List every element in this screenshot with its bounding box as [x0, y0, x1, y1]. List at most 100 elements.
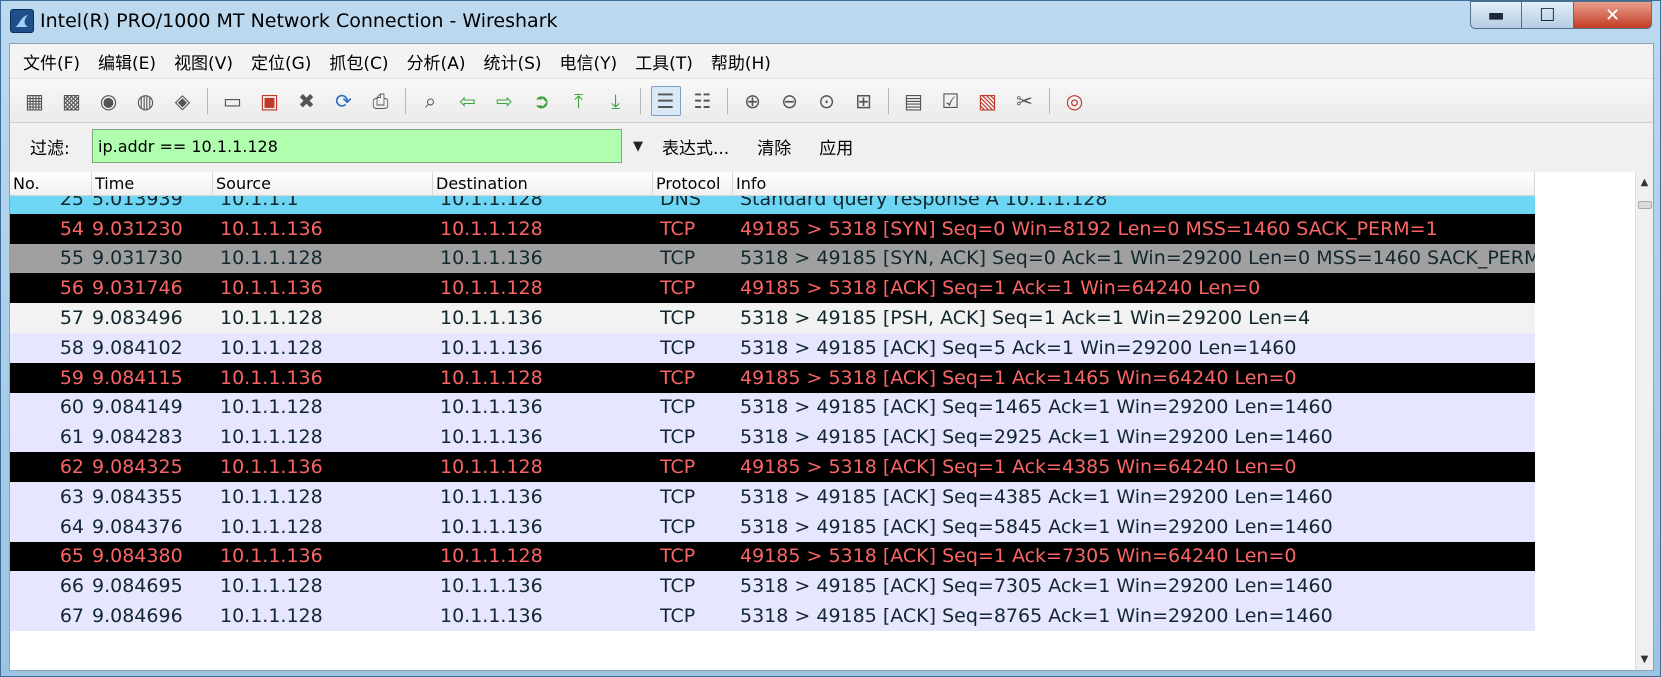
packet-time: 9.084696: [92, 605, 183, 628]
packet-no: 59: [59, 366, 84, 389]
menu-capture[interactable]: 抓包(C): [320, 49, 397, 74]
packet-protocol: TCP: [660, 247, 696, 270]
packet-row[interactable]: 56 9.031746 10.1.1.136 10.1.1.128 TCP 49185 >…: [10, 273, 1535, 304]
list-interfaces-icon[interactable]: ▦: [20, 86, 50, 116]
packet-time: 9.031230: [92, 217, 183, 240]
menu-analyze[interactable]: 分析(A): [398, 49, 475, 74]
menu-telephony[interactable]: 电信(Y): [551, 49, 627, 74]
toolbar-separator: [207, 87, 208, 114]
toolbar-separator: [727, 87, 728, 114]
packet-list-pane[interactable]: No. Time Source Destination Protocol Inf…: [10, 172, 1653, 670]
packet-source: 10.1.1.136: [220, 366, 323, 389]
column-header-destination[interactable]: Destination: [433, 172, 653, 195]
menu-help[interactable]: 帮助(H): [702, 49, 780, 74]
packet-row[interactable]: 25 5.013939 10.1.1.1 10.1.1.128 DNS Standard …: [10, 196, 1535, 214]
open-folder-icon[interactable]: ▭: [218, 86, 248, 116]
display-filters-icon[interactable]: ☑: [936, 86, 966, 116]
packet-row[interactable]: 55 9.031730 10.1.1.128 10.1.1.136 TCP 5318 > …: [10, 243, 1535, 274]
apply-filter-button[interactable]: 应用: [811, 134, 873, 159]
menu-file[interactable]: 文件(F): [14, 49, 89, 74]
display-filter-input[interactable]: [92, 129, 622, 163]
zoom-out-icon[interactable]: ⊖: [775, 86, 805, 116]
zoom-in-icon[interactable]: ⊕: [738, 86, 768, 116]
title-bar[interactable]: Intel(R) PRO/1000 MT Network Connection …: [1, 1, 1660, 41]
packet-row[interactable]: 57 9.083496 10.1.1.128 10.1.1.136 TCP 5318 > …: [10, 303, 1535, 333]
packet-source: 10.1.1.128: [220, 575, 323, 598]
close-file-icon[interactable]: ✖: [292, 86, 322, 116]
packet-info: 5318 > 49185 [ACK] Seq=7305 Ack=1 Win=29…: [740, 575, 1333, 598]
filter-history-dropdown[interactable]: ▼: [622, 139, 654, 154]
capture-options-icon[interactable]: ▩: [57, 86, 87, 116]
stop-capture-icon[interactable]: ◍: [131, 86, 161, 116]
packet-row[interactable]: 65 9.084380 10.1.1.136 10.1.1.128 TCP 49185 >…: [10, 541, 1535, 572]
reload-icon[interactable]: ⟳: [329, 86, 359, 116]
column-header-info[interactable]: Info: [733, 172, 1535, 195]
preferences-icon[interactable]: ✂: [1010, 86, 1040, 116]
menu-go[interactable]: 定位(G): [242, 49, 320, 74]
packet-info: 5318 > 49185 [PSH, ACK] Seq=1 Ack=1 Win=…: [740, 307, 1311, 330]
column-header-no[interactable]: No.: [10, 172, 92, 195]
capture-filters-icon[interactable]: ▤: [899, 86, 929, 116]
packet-row[interactable]: 66 9.084695 10.1.1.128 10.1.1.136 TCP 5318 > …: [10, 571, 1535, 602]
scroll-down-arrow-icon[interactable]: ▼: [1636, 651, 1653, 668]
packet-source: 10.1.1.136: [220, 217, 323, 240]
packet-info: 5318 > 49185 [ACK] Seq=5845 Ack=1 Win=29…: [740, 515, 1333, 538]
packet-time: 9.084355: [92, 485, 183, 508]
scrollbar-thumb[interactable]: [1638, 201, 1652, 209]
packet-row[interactable]: 58 9.084102 10.1.1.128 10.1.1.136 TCP 5318 > …: [10, 332, 1535, 363]
packet-destination: 10.1.1.128: [440, 366, 543, 389]
go-back-icon[interactable]: ⇦: [453, 86, 483, 116]
packet-row[interactable]: 60 9.084149 10.1.1.128 10.1.1.136 TCP 5318 > …: [10, 392, 1535, 423]
menu-edit[interactable]: 编辑(E): [89, 49, 165, 74]
find-packet-icon[interactable]: ⌕: [416, 86, 446, 116]
packet-row[interactable]: 64 9.084376 10.1.1.128 10.1.1.136 TCP 5318 > …: [10, 511, 1535, 542]
packet-info: 5318 > 49185 [SYN, ACK] Seq=0 Ack=1 Win=…: [740, 247, 1535, 270]
packet-no: 60: [59, 396, 84, 419]
packet-row[interactable]: 61 9.084283 10.1.1.128 10.1.1.136 TCP 5318 > …: [10, 422, 1535, 453]
first-packet-icon[interactable]: ⤒: [564, 86, 594, 116]
maximize-button[interactable]: ☐: [1522, 1, 1574, 29]
packet-source: 10.1.1.128: [220, 307, 323, 330]
column-header-source[interactable]: Source: [213, 172, 433, 195]
save-icon[interactable]: ▣: [255, 86, 285, 116]
scroll-up-arrow-icon[interactable]: ▲: [1636, 174, 1653, 191]
menu-statistics[interactable]: 统计(S): [474, 49, 550, 74]
packet-protocol: DNS: [660, 196, 701, 210]
packet-row[interactable]: 59 9.084115 10.1.1.136 10.1.1.128 TCP 49185 >…: [10, 362, 1535, 393]
window-controls: ▬ ☐ ✕: [1470, 1, 1652, 29]
go-to-packet-icon[interactable]: ➲: [527, 86, 557, 116]
clear-filter-button[interactable]: 清除: [749, 134, 811, 159]
zoom-normal-icon[interactable]: ⊙: [812, 86, 842, 116]
vertical-scrollbar[interactable]: ▲ ▼: [1635, 172, 1653, 670]
packet-row[interactable]: 67 9.084696 10.1.1.128 10.1.1.136 TCP 5318 > …: [10, 601, 1535, 631]
packet-row[interactable]: 62 9.084325 10.1.1.136 10.1.1.128 TCP 49185 >…: [10, 452, 1535, 482]
go-forward-icon[interactable]: ⇨: [490, 86, 520, 116]
packet-protocol: TCP: [660, 396, 696, 419]
restart-capture-icon[interactable]: ◈: [168, 86, 198, 116]
expression-button[interactable]: 表达式...: [654, 134, 749, 159]
minimize-button[interactable]: ▬: [1470, 1, 1522, 29]
client-area: 文件(F) 编辑(E) 视图(V) 定位(G) 抓包(C) 分析(A) 统计(S…: [9, 43, 1654, 671]
auto-scroll-icon[interactable]: ☷: [688, 86, 718, 116]
close-button[interactable]: ✕: [1574, 1, 1652, 29]
last-packet-icon[interactable]: ⤓: [601, 86, 631, 116]
start-capture-icon[interactable]: ◉: [94, 86, 124, 116]
column-header-time[interactable]: Time: [92, 172, 213, 195]
packet-row[interactable]: 63 9.084355 10.1.1.128 10.1.1.136 TCP 5318 > …: [10, 481, 1535, 512]
packet-source: 10.1.1.128: [220, 396, 323, 419]
resize-columns-icon[interactable]: ⊞: [849, 86, 879, 116]
packet-rows: 25 5.013939 10.1.1.1 10.1.1.128 DNS Standard …: [10, 196, 1535, 670]
help-icon[interactable]: ◎: [1060, 86, 1090, 116]
colorize-icon[interactable]: ☰: [650, 85, 681, 116]
packet-source: 10.1.1.136: [220, 277, 323, 300]
packet-row[interactable]: 54 9.031230 10.1.1.136 10.1.1.128 TCP 49185 >…: [10, 213, 1535, 244]
packet-no: 25: [59, 196, 84, 210]
packet-destination: 10.1.1.136: [440, 485, 543, 508]
coloring-rules-icon[interactable]: ▧: [973, 86, 1003, 116]
menu-tools[interactable]: 工具(T): [626, 49, 702, 74]
menu-view[interactable]: 视图(V): [165, 49, 242, 74]
print-icon[interactable]: ⎙: [366, 86, 396, 116]
packet-info: 5318 > 49185 [ACK] Seq=8765 Ack=1 Win=29…: [740, 605, 1333, 628]
packet-no: 65: [59, 545, 84, 568]
column-header-protocol[interactable]: Protocol: [653, 172, 733, 195]
